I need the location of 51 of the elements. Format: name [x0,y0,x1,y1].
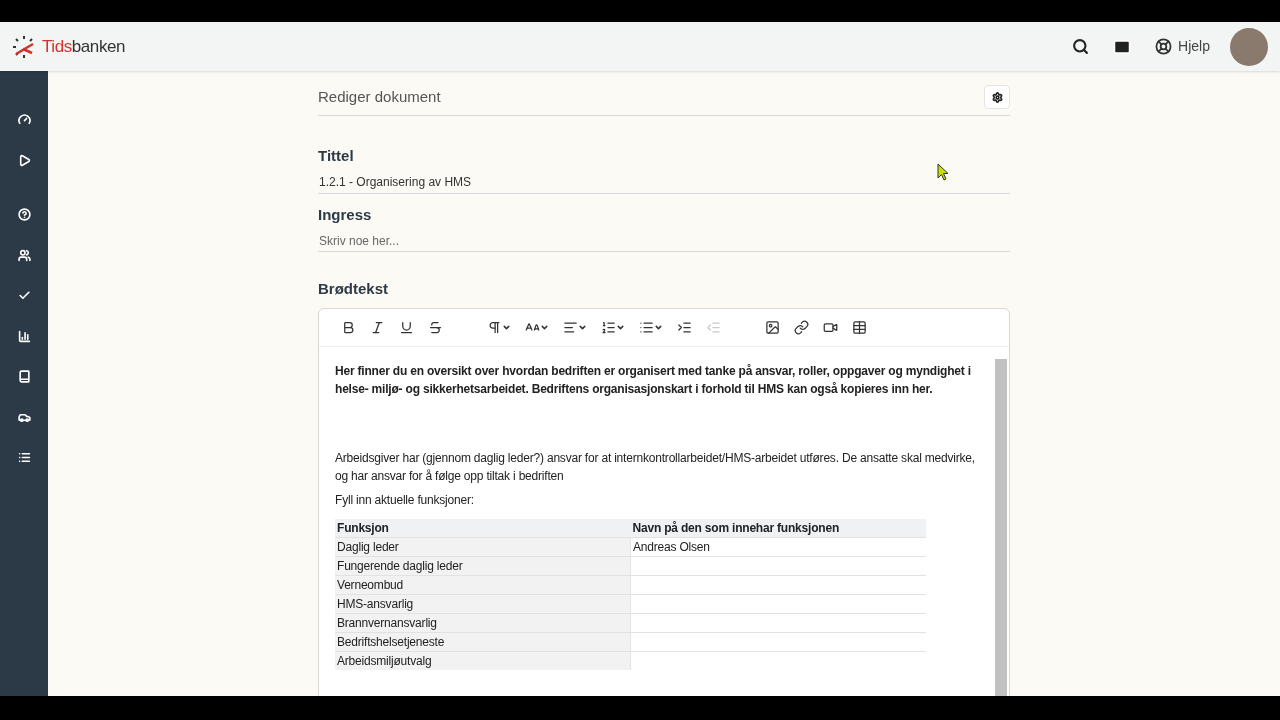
image-icon [765,319,780,335]
body-paragraph: Her finner du en oversikt over hvordan bedriften er organisert med tanke på ansvar, roller, oppgaver og myndighet i helse- miljø- og sikkerhetsarbeidet. Bedriftens organisasjonskart i forhold til HMS kan også kopieres inn her. [335,362,972,398]
text-field[interactable]: Skriv noe her... [318,230,1010,252]
bullet-list-icon [639,319,654,335]
body-paragraph: Fyll inn aktuelle funksjoner: [335,491,475,509]
table-cell: Fungerende daglig leder [335,556,631,575]
field-label: Tittel [318,146,355,166]
table-cell: Andreas Olsen [630,537,926,556]
gauge-icon[interactable] [17,113,31,126]
search-icon[interactable] [1072,38,1090,55]
users-icon[interactable] [17,248,31,262]
table-cell: HMS-ansvarlig [335,594,631,613]
link-icon [794,319,809,335]
scrollbar[interactable] [995,358,1007,696]
italic-icon [370,319,385,335]
paragraph-icon [487,319,502,335]
page-title: Rediger dokument [318,86,441,107]
brand-name[interactable]: Tidsbanken [42,33,126,60]
table-icon [852,319,867,335]
table-cell: Arbeidsmiljøutvalg [335,651,631,670]
body-paragraph: Arbeidsgiver har (gjennom daglig leder?) ansvar for at internkontrollarbeidet/HMS-arbeidet utføres. De ansatte skal medvirke, og har ansvar for å følge opp tiltak i bedriften [335,449,976,485]
field-label: Brødtekst [318,279,389,299]
underline-icon [399,319,414,335]
field-label: Ingress [318,204,373,225]
column-header: Funksjon [335,518,631,537]
list-icon[interactable] [17,451,31,464]
bar-chart-icon[interactable] [17,329,31,343]
bold-icon [341,319,356,335]
align-icon [563,319,578,335]
check-icon[interactable] [17,289,31,302]
help-link[interactable]: Hjelp [1178,36,1210,57]
clock-logo-icon [12,34,36,59]
strikethrough-icon [428,319,443,335]
book-icon[interactable] [17,370,31,383]
table-cell: Daglig leder [335,537,631,556]
ordered-list-icon [601,319,616,335]
mail-icon[interactable] [1113,37,1132,56]
column-header: Navn på den som innehar funksjonen [630,518,926,537]
play-icon[interactable] [17,153,31,167]
settings-button[interactable] [984,85,1010,109]
lifebuoy-icon[interactable] [1155,38,1173,55]
table-cell: Brannvernansvarlig [335,613,631,632]
outdent-icon [706,319,721,335]
mouse-pointer-icon [937,163,949,181]
table-cell: Verneombud [335,575,631,594]
help-icon[interactable] [17,208,31,221]
gear-icon [991,91,1003,103]
avatar[interactable] [1230,27,1268,66]
indent-icon [677,319,692,335]
text-field[interactable]: 1.2.1 - Organisering av HMS [318,171,1010,194]
table-cell: Bedriftshelsetjeneste [335,632,631,651]
